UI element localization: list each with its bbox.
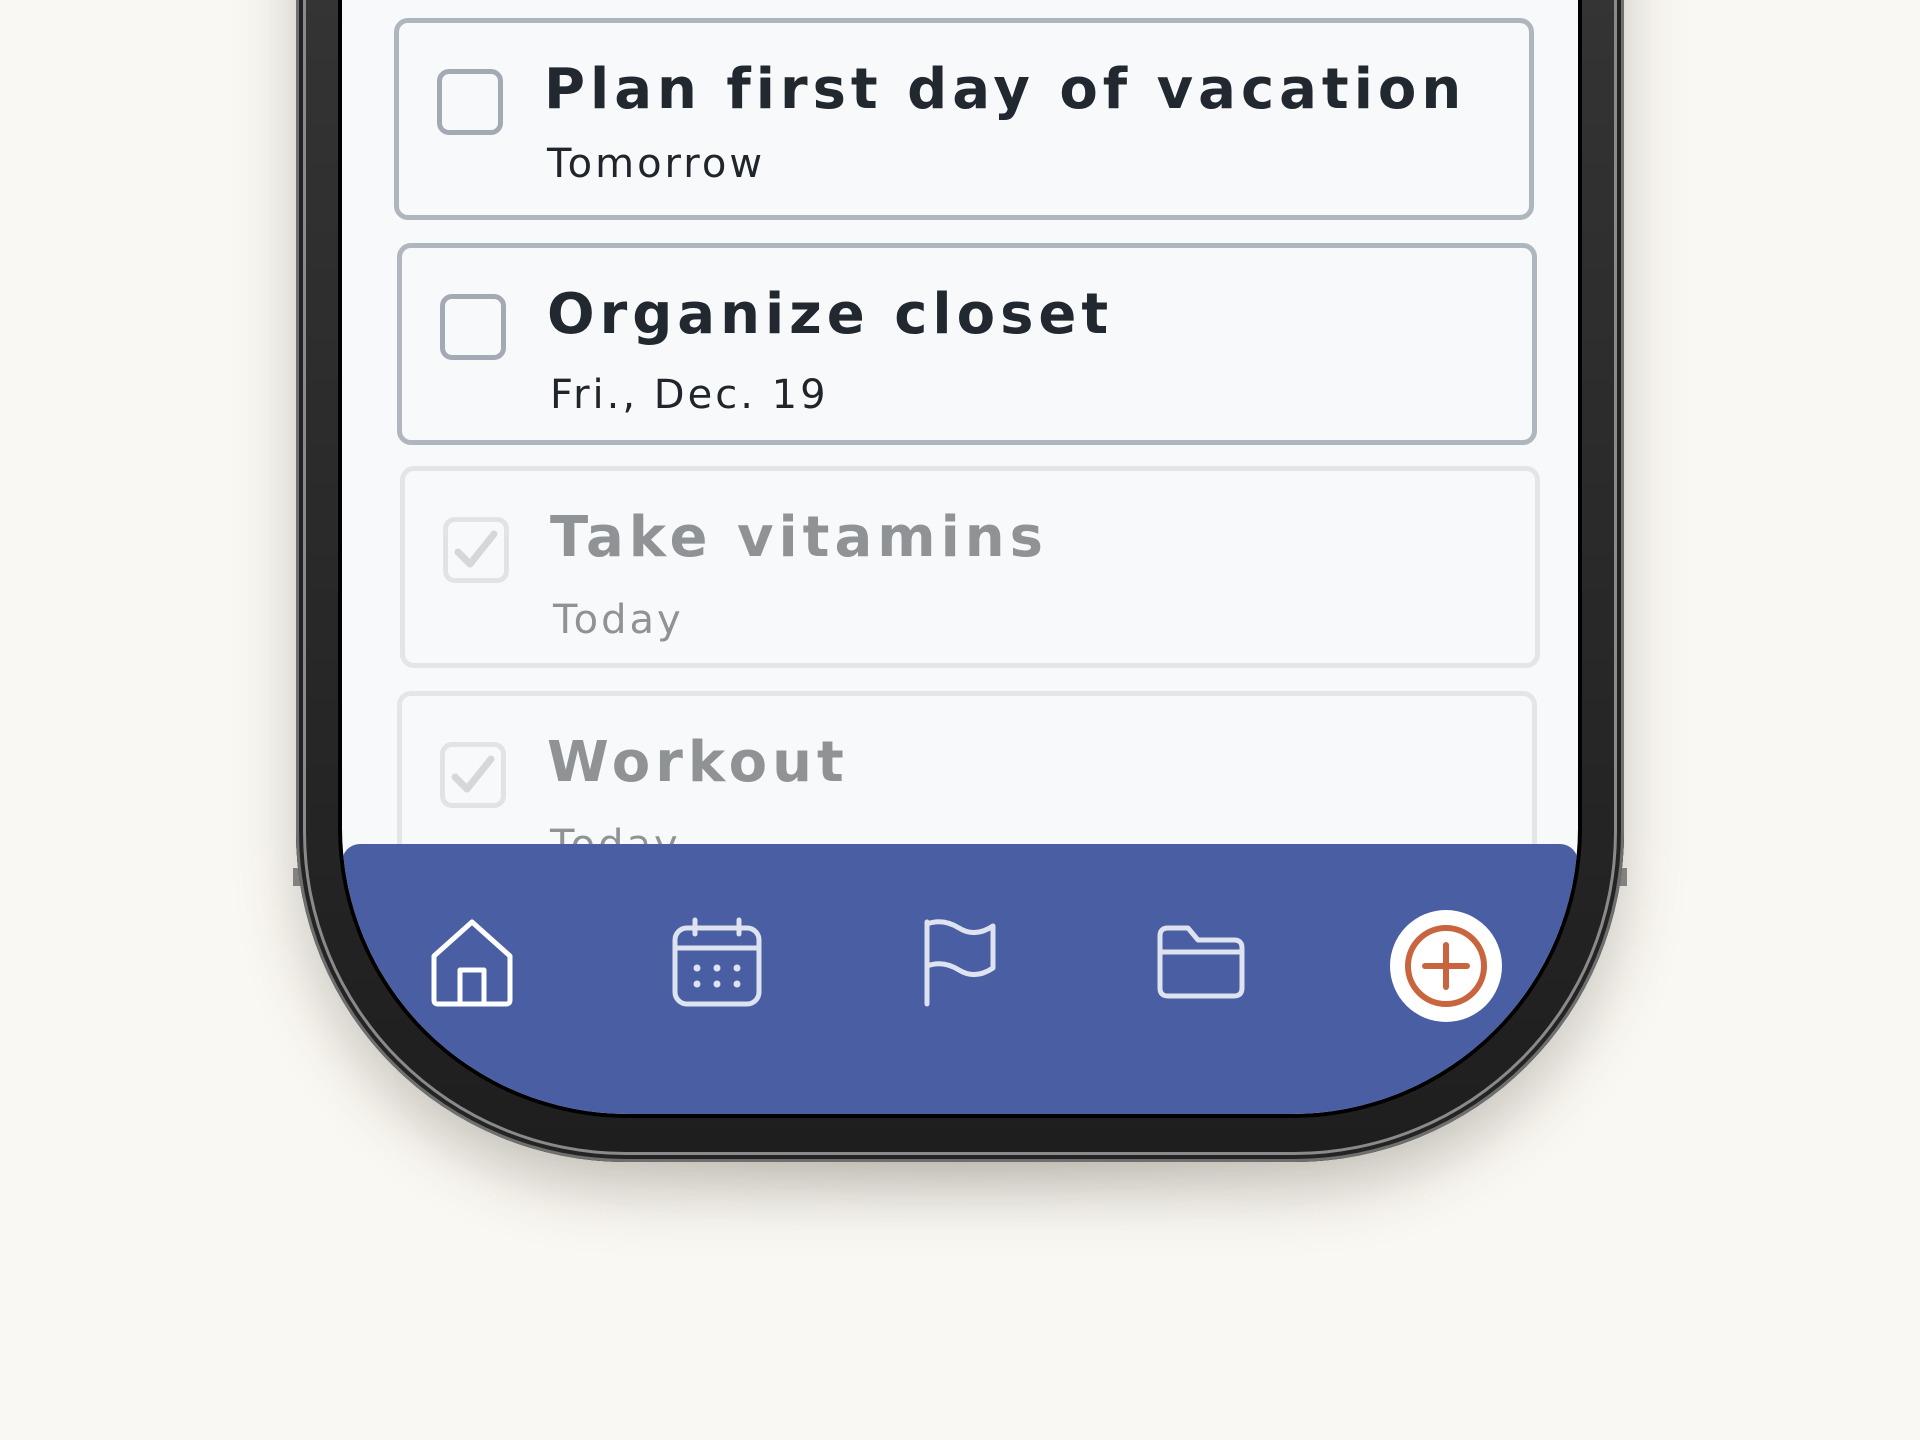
task-due-date: Fri., Dec. 19 xyxy=(550,372,829,418)
nav-home[interactable] xyxy=(424,914,520,1010)
task-checkbox-checked[interactable] xyxy=(440,742,506,808)
app-screen: Plan first day of vacation Tomorrow Orga… xyxy=(342,0,1578,1114)
home-icon xyxy=(431,919,513,1007)
task-title: Workout xyxy=(547,730,849,795)
bottom-nav-bar xyxy=(342,844,1578,1114)
checkmark-icon xyxy=(451,755,495,793)
task-title: Take vitamins xyxy=(550,505,1048,570)
folder-icon xyxy=(1157,925,1245,999)
nav-flag[interactable] xyxy=(911,914,1007,1010)
task-checkbox[interactable] xyxy=(437,69,503,135)
plus-icon xyxy=(1405,925,1487,1007)
task-card[interactable]: Plan first day of vacation Tomorrow xyxy=(394,18,1534,220)
phone-screen: Plan first day of vacation Tomorrow Orga… xyxy=(338,0,1582,1118)
checkmark-icon xyxy=(454,530,498,568)
task-title: Plan first day of vacation xyxy=(544,57,1467,122)
flag-icon xyxy=(924,919,996,1007)
task-due-date: Today xyxy=(553,597,684,643)
task-card-completed[interactable]: Take vitamins Today xyxy=(400,466,1540,668)
calendar-icon xyxy=(672,917,762,1007)
add-task-button[interactable] xyxy=(1390,910,1502,1022)
phone-frame: Plan first day of vacation Tomorrow Orga… xyxy=(296,0,1624,1162)
task-checkbox-checked[interactable] xyxy=(443,517,509,583)
task-due-date: Today xyxy=(550,822,681,845)
task-title: Organize closet xyxy=(547,282,1114,347)
task-card[interactable]: Organize closet Fri., Dec. 19 xyxy=(397,243,1537,445)
nav-folder[interactable] xyxy=(1152,914,1248,1010)
task-card-completed[interactable]: Workout Today xyxy=(397,691,1537,845)
task-checkbox[interactable] xyxy=(440,294,506,360)
task-list: Plan first day of vacation Tomorrow Orga… xyxy=(342,0,1578,845)
nav-calendar[interactable] xyxy=(669,914,765,1010)
task-due-date: Tomorrow xyxy=(547,141,766,187)
